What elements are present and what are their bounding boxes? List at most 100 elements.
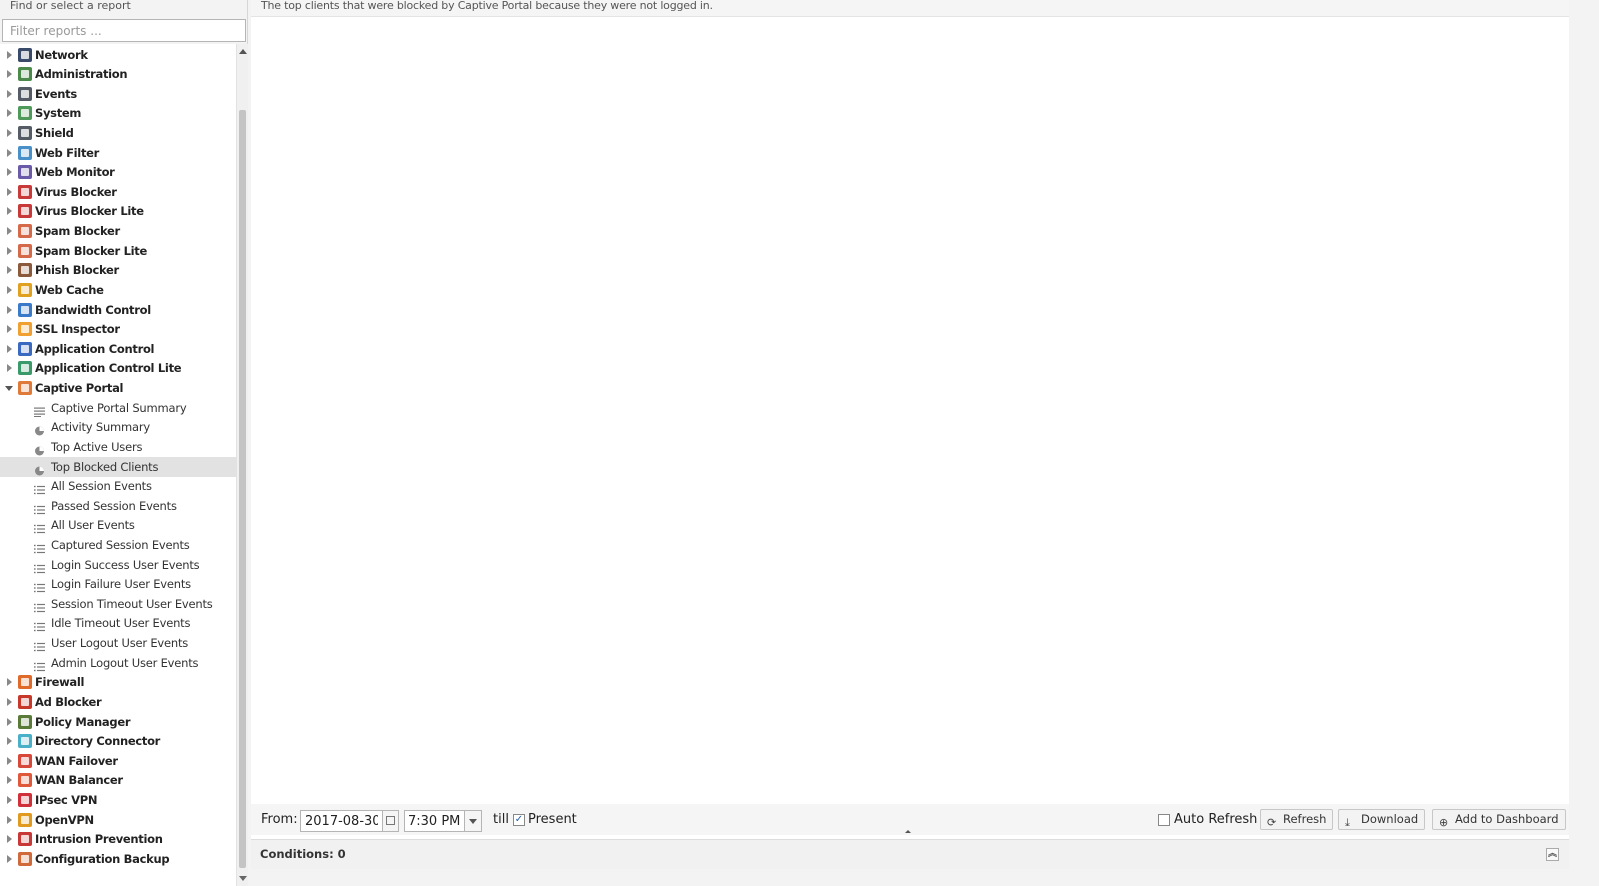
collapsed-triangle-icon[interactable] (7, 364, 12, 373)
collapsed-triangle-icon[interactable] (7, 50, 12, 59)
report-tree-scrollbar[interactable] (236, 44, 248, 886)
collapsed-triangle-icon[interactable] (7, 109, 12, 118)
tree-report-captive-portal-summary[interactable]: Captive Portal Summary (0, 398, 236, 418)
date-picker-button[interactable] (383, 810, 399, 832)
tree-category-label: Shield (35, 125, 74, 140)
download-button-label: Download (1361, 812, 1419, 826)
tree-report-activity-summary[interactable]: Activity Summary (0, 417, 236, 437)
tree-report-login-success-user-events[interactable]: Login Success User Events (0, 555, 236, 575)
collapsed-triangle-icon[interactable] (7, 796, 12, 805)
tree-category-ipsec-vpn[interactable]: IPsec VPN (0, 790, 236, 810)
collapsed-triangle-icon[interactable] (7, 227, 12, 236)
tree-report-passed-session-events[interactable]: Passed Session Events (0, 496, 236, 516)
tree-category-label: Web Cache (35, 282, 104, 297)
collapsed-triangle-icon[interactable] (7, 285, 12, 294)
add-to-dashboard-button[interactable]: ⊕ Add to Dashboard (1432, 809, 1566, 830)
collapsed-triangle-icon[interactable] (7, 835, 12, 844)
tree-category-label: Application Control (35, 341, 155, 356)
tree-category-label: Phish Blocker (35, 263, 119, 278)
time-dropdown-button[interactable] (465, 810, 482, 832)
tree-category-wan-balancer[interactable]: WAN Balancer (0, 770, 236, 790)
conditions-splitter-handle[interactable] (891, 830, 927, 836)
filter-reports-input[interactable] (2, 19, 246, 42)
tree-category-firewall[interactable]: Firewall (0, 672, 236, 692)
tree-category-application-control[interactable]: Application Control (0, 339, 236, 359)
tree-category-bandwidth-control[interactable]: Bandwidth Control (0, 300, 236, 320)
tree-category-web-cache[interactable]: Web Cache (0, 280, 236, 300)
tree-category-web-filter[interactable]: Web Filter (0, 143, 236, 163)
collapsed-triangle-icon[interactable] (7, 168, 12, 177)
tree-category-intrusion-prevention[interactable]: Intrusion Prevention (0, 829, 236, 849)
collapsed-triangle-icon[interactable] (7, 737, 12, 746)
collapsed-triangle-icon[interactable] (7, 128, 12, 137)
collapsed-triangle-icon[interactable] (7, 325, 12, 334)
tree-category-application-control-lite[interactable]: Application Control Lite (0, 358, 236, 378)
collapsed-triangle-icon[interactable] (7, 854, 12, 863)
scrollbar-thumb[interactable] (239, 110, 246, 868)
tree-category-system[interactable]: System (0, 103, 236, 123)
tree-category-spam-blocker[interactable]: Spam Blocker (0, 221, 236, 241)
tree-report-login-failure-user-events[interactable]: Login Failure User Events (0, 574, 236, 594)
tree-report-captured-session-events[interactable]: Captured Session Events (0, 535, 236, 555)
collapsed-triangle-icon[interactable] (7, 717, 12, 726)
scroll-down-icon[interactable] (239, 876, 247, 881)
tree-report-all-user-events[interactable]: All User Events (0, 515, 236, 535)
text-report-icon (34, 403, 45, 417)
network-app-icon (18, 47, 32, 62)
tree-category-network[interactable]: Network (0, 45, 236, 65)
collapsed-triangle-icon[interactable] (7, 89, 12, 98)
refresh-button[interactable]: ⟳ Refresh (1260, 809, 1334, 830)
tree-category-directory-connector[interactable]: Directory Connector (0, 731, 236, 751)
tree-report-all-session-events[interactable]: All Session Events (0, 476, 236, 496)
tree-category-ad-blocker[interactable]: Ad Blocker (0, 692, 236, 712)
tree-category-wan-failover[interactable]: WAN Failover (0, 751, 236, 771)
tree-report-top-blocked-clients[interactable]: Top Blocked Clients (0, 456, 236, 477)
tree-category-virus-blocker-lite[interactable]: Virus Blocker Lite (0, 201, 236, 221)
tree-category-spam-blocker-lite[interactable]: Spam Blocker Lite (0, 241, 236, 261)
tree-category-events[interactable]: Events (0, 84, 236, 104)
tree-category-configuration-backup[interactable]: Configuration Backup (0, 849, 236, 869)
collapsed-triangle-icon[interactable] (7, 266, 12, 275)
tree-report-top-active-users[interactable]: Top Active Users (0, 437, 236, 457)
scroll-up-icon[interactable] (239, 49, 247, 54)
collapsed-triangle-icon[interactable] (7, 776, 12, 785)
tree-category-phish-blocker[interactable]: Phish Blocker (0, 260, 236, 280)
intrusion-prevention-app-icon (18, 832, 32, 847)
tree-category-virus-blocker[interactable]: Virus Blocker (0, 182, 236, 202)
collapsed-triangle-icon[interactable] (7, 187, 12, 196)
tree-category-ssl-inspector[interactable]: SSL Inspector (0, 319, 236, 339)
tree-category-captive-portal[interactable]: Captive Portal (0, 378, 236, 398)
collapsed-triangle-icon[interactable] (7, 246, 12, 255)
tree-report-user-logout-user-events[interactable]: User Logout User Events (0, 633, 236, 653)
ssl-inspector-app-icon (18, 322, 32, 337)
conditions-bar[interactable]: Conditions: 0 ︽ (251, 839, 1569, 869)
expand-conditions-icon[interactable]: ︽ (1546, 848, 1559, 861)
tree-report-session-timeout-user-events[interactable]: Session Timeout User Events (0, 594, 236, 614)
tree-category-web-monitor[interactable]: Web Monitor (0, 162, 236, 182)
tree-category-policy-manager[interactable]: Policy Manager (0, 712, 236, 732)
tree-report-idle-timeout-user-events[interactable]: Idle Timeout User Events (0, 613, 236, 633)
auto-refresh-checkbox[interactable] (1158, 814, 1170, 826)
start-time-input[interactable] (404, 810, 465, 832)
tree-category-administration[interactable]: Administration (0, 64, 236, 84)
events-app-icon (18, 86, 32, 101)
collapsed-triangle-icon[interactable] (7, 70, 12, 79)
tree-report-admin-logout-user-events[interactable]: Admin Logout User Events (0, 653, 236, 673)
tree-category-openvpn[interactable]: OpenVPN (0, 810, 236, 830)
expanded-triangle-icon[interactable] (5, 386, 13, 392)
collapsed-triangle-icon[interactable] (7, 207, 12, 216)
collapsed-triangle-icon[interactable] (7, 815, 12, 824)
tree-category-label: System (35, 106, 82, 121)
present-checkbox[interactable]: ✓ (513, 814, 525, 826)
collapsed-triangle-icon[interactable] (7, 697, 12, 706)
collapsed-triangle-icon[interactable] (7, 678, 12, 687)
collapsed-triangle-icon[interactable] (7, 756, 12, 765)
from-label: From: (261, 812, 298, 827)
collapsed-triangle-icon[interactable] (7, 344, 12, 353)
collapsed-triangle-icon[interactable] (7, 305, 12, 314)
tree-category-label: Virus Blocker (35, 184, 117, 199)
tree-category-shield[interactable]: Shield (0, 123, 236, 143)
collapsed-triangle-icon[interactable] (7, 148, 12, 157)
start-date-input[interactable] (300, 810, 383, 832)
download-button[interactable]: ⤓ Download (1338, 809, 1426, 830)
